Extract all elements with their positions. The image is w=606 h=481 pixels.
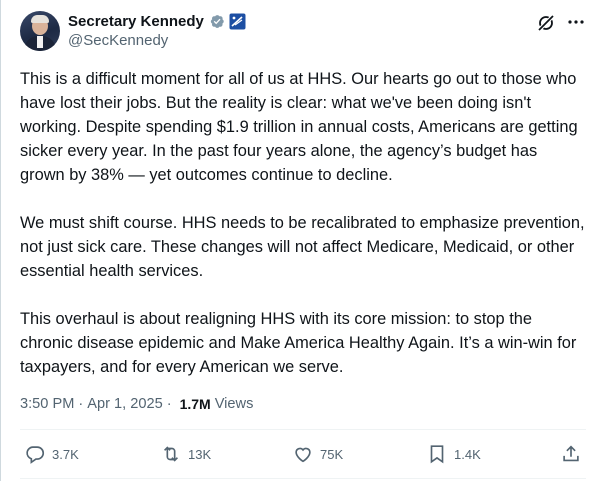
meta-separator: · bbox=[78, 396, 84, 412]
post-paragraph: This overhaul is about realigning HHS wi… bbox=[20, 310, 577, 376]
repost-button[interactable]: 13K bbox=[160, 443, 211, 465]
meta-separator: · bbox=[166, 396, 172, 412]
action-bar: 3.7K 13K 75K 1.4K bbox=[20, 443, 586, 465]
repost-count: 13K bbox=[188, 446, 212, 462]
post-paragraph: This is a difficult moment for all of us… bbox=[20, 70, 578, 184]
post-metadata: 3:50 PM · Apr 1, 2025 · 1.7M Views bbox=[20, 396, 253, 412]
divider bbox=[20, 429, 586, 430]
bookmark-count: 1.4K bbox=[454, 446, 481, 462]
us-flag-affiliation-icon[interactable] bbox=[229, 13, 246, 30]
more-options-icon[interactable] bbox=[566, 12, 586, 32]
divider bbox=[20, 478, 586, 479]
post-time[interactable]: 3:50 PM bbox=[20, 396, 74, 412]
author-display-name[interactable]: Secretary Kennedy bbox=[68, 13, 204, 30]
author-handle[interactable]: @SecKennedy bbox=[68, 32, 168, 49]
heart-icon bbox=[295, 447, 311, 463]
share-button[interactable] bbox=[560, 443, 582, 465]
post-body: This is a difficult moment for all of us… bbox=[20, 67, 586, 379]
repost-icon bbox=[163, 446, 179, 462]
verified-grey-badge-icon[interactable] bbox=[208, 13, 225, 30]
like-button[interactable]: 75K bbox=[292, 443, 343, 465]
reply-icon bbox=[26, 446, 45, 464]
post-paragraph: We must shift course. HHS needs to be re… bbox=[20, 214, 585, 280]
tweet-card: Secretary Kennedy @SecKennedy This is a … bbox=[0, 0, 606, 481]
reply-count: 3.7K bbox=[52, 446, 79, 462]
card-left-border bbox=[0, 0, 1, 481]
bookmark-button[interactable]: 1.4K bbox=[426, 443, 481, 465]
views-count[interactable]: 1.7M bbox=[180, 396, 211, 412]
author-name-row: Secretary Kennedy bbox=[68, 11, 246, 31]
views-label: Views bbox=[214, 396, 254, 412]
share-icon bbox=[563, 445, 579, 462]
bookmark-icon bbox=[430, 445, 444, 464]
reply-button[interactable]: 3.7K bbox=[24, 443, 79, 465]
post-date[interactable]: Apr 1, 2025 bbox=[87, 396, 162, 412]
grok-icon[interactable] bbox=[536, 13, 556, 33]
avatar[interactable] bbox=[20, 11, 60, 51]
like-count: 75K bbox=[320, 446, 344, 462]
